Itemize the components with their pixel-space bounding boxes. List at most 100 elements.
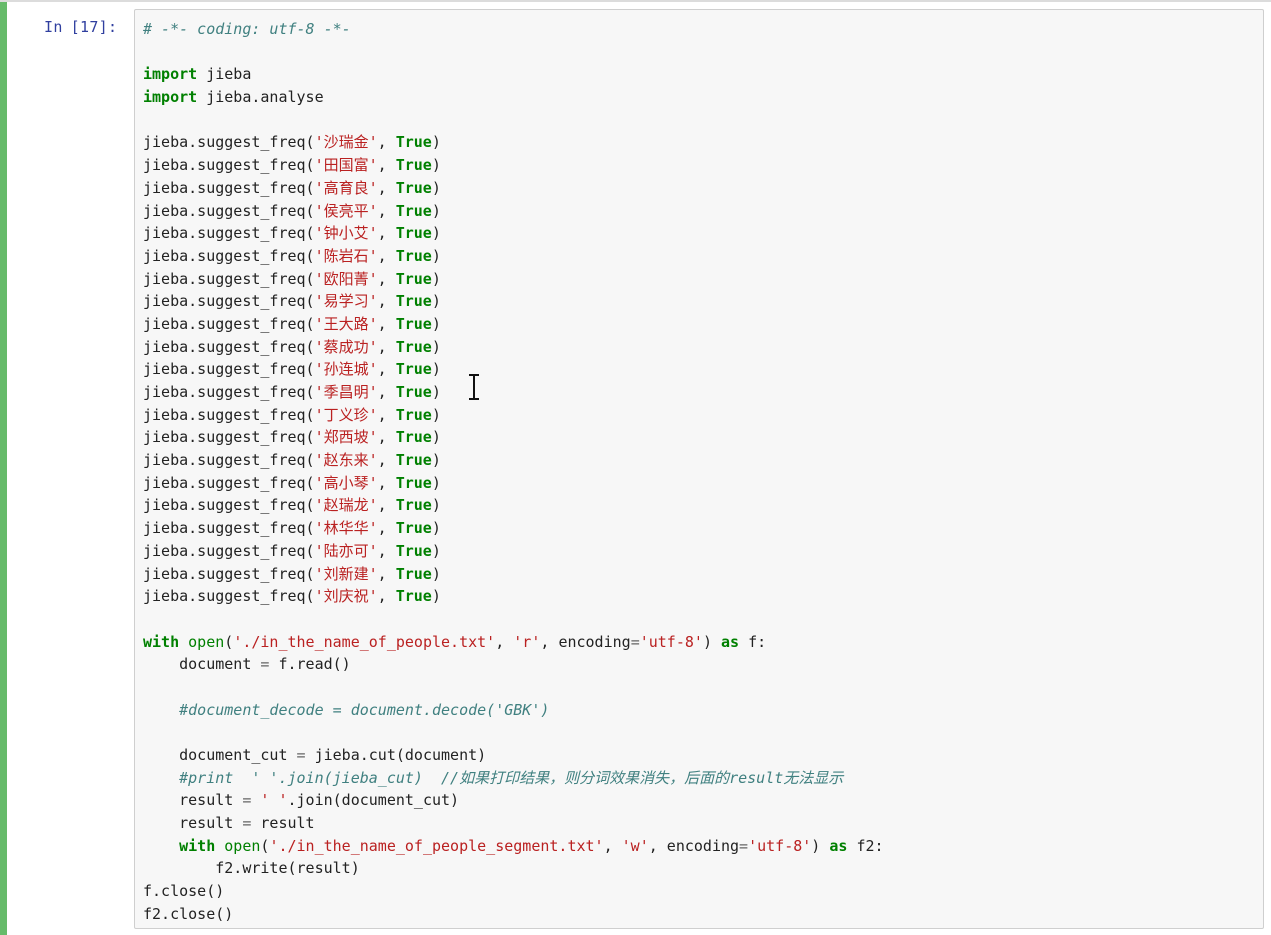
true-literal: True [395,224,432,243]
name-string: '林华华' [314,519,378,538]
import-module: jieba [206,65,252,84]
true-literal: True [395,156,432,175]
code-line-suggest-freq: jieba.suggest_freq('刘庆祝', True) [143,587,441,606]
name-string: '季昌明' [314,383,378,401]
code-line-close: f.close() [143,880,884,903]
equals-op: = [242,814,252,833]
name-string: '田国富' [314,156,378,175]
suggest-freq-call: jieba.suggest_freq( [143,292,315,311]
true-literal: True [395,428,432,447]
code-line-with-open-out: with open('./in_the_name_of_people_segme… [179,836,884,855]
name-string: '郑西坡' [314,428,378,447]
expression: f2.write(result) [215,859,360,878]
code-line-suggest-freq: jieba.suggest_freq('钟小艾', True) [143,224,441,243]
suggest-freq-call: jieba.suggest_freq( [143,519,315,538]
close-call: f2.close() [143,904,234,923]
name-string: '陈岩石' [314,246,378,265]
encoding-arg: encoding [558,632,631,651]
code-line-suggest-freq: jieba.suggest_freq('陈岩石', True) [143,246,441,265]
mode-string: 'r' [513,632,541,651]
suggest-freq-call: jieba.suggest_freq( [143,428,315,447]
variable: document [179,655,252,674]
suggest-freq-call: jieba.suggest_freq( [143,178,315,197]
true-literal: True [395,473,432,492]
true-literal: True [395,133,432,152]
code-line-decode-comment: #document_decode = document.decode('GBK'… [143,699,884,722]
output-file-string: './in_the_name_of_people_segment.txt' [269,836,604,855]
expression: jieba.cut(document) [314,746,487,764]
selected-cell-indicator [0,2,7,935]
suggest-freq-call: jieba.suggest_freq( [143,564,315,583]
true-literal: True [395,383,432,401]
variable: document_cut [179,746,288,764]
top-divider [0,0,1271,2]
name-string: '侯亮平' [314,201,378,220]
name-string: '陆亦可' [314,541,378,560]
true-literal: True [395,541,432,560]
code-line-suggest-freq: jieba.suggest_freq('陆亦可', True) [143,541,441,560]
code-line-suggest-freq: jieba.suggest_freq('丁义珍', True) [143,405,441,424]
true-literal: True [395,405,432,424]
code-content[interactable]: # -*- coding: utf-8 -*- import jieba impor… [143,18,884,926]
encoding-string: 'utf-8' [639,632,703,651]
encoding-string: 'utf-8' [748,836,812,855]
suggest-freq-call: jieba.suggest_freq( [143,156,315,175]
name-string: '欧阳菁' [314,269,378,288]
as-keyword: as [829,836,848,855]
as-keyword: as [721,632,740,651]
code-line-suggest-freq: jieba.suggest_freq('刘新建', True) [143,564,441,583]
equals-op: = [630,632,640,651]
code-line-cut: document_cut = jieba.cut(document) [143,744,884,767]
mode-string: 'w' [621,836,649,855]
code-line-encoding: # -*- coding: utf-8 -*- [143,18,884,41]
suggest-freq-call: jieba.suggest_freq( [143,383,315,401]
code-line-write: f2.write(result) [143,857,884,880]
true-literal: True [395,201,432,220]
code-line-suggest-freq: jieba.suggest_freq('赵瑞龙', True) [143,496,441,515]
true-literal: True [395,246,432,265]
suggest-freq-call: jieba.suggest_freq( [143,337,315,356]
import-module: jieba.analyse [206,88,324,107]
code-line-close: f2.close() [143,903,884,926]
equals-op: = [296,746,306,764]
true-literal: True [395,587,432,606]
name-string: '高小琴' [314,473,378,492]
encoding-arg: encoding [666,836,740,855]
code-line-suggest-freq: jieba.suggest_freq('高育良', True) [143,178,441,197]
code-line-suggest-freq: jieba.suggest_freq('季昌明', True) [143,383,441,401]
suggest-freq-call: jieba.suggest_freq( [143,473,315,492]
true-literal: True [395,178,432,197]
equals-op: = [242,791,252,810]
true-literal: True [395,292,432,311]
code-line-print-comment: #print ' '.join(jieba_cut) //如果打印结果，则分词效… [143,767,884,790]
true-literal: True [395,360,432,379]
expression: f.read() [278,655,351,674]
name-string: '丁义珍' [314,405,378,424]
print-comment: #print ' '.join(jieba_cut) //如果打印结果，则分词效… [179,768,844,787]
code-line-suggest-freq: jieba.suggest_freq('高小琴', True) [143,473,441,492]
true-literal: True [395,451,432,470]
suggest-freq-call: jieba.suggest_freq( [143,201,315,220]
suggest-freq-call: jieba.suggest_freq( [143,496,315,515]
code-line-result-assign: result = result [143,812,884,835]
name-string: '孙连城' [314,360,378,379]
close-call: f.close() [143,882,225,901]
true-literal: True [395,314,432,333]
suggest-freq-call: jieba.suggest_freq( [143,451,315,470]
suggest-freq-call: jieba.suggest_freq( [143,246,315,265]
expression: .join(document_cut) [287,791,460,810]
true-literal: True [395,337,432,356]
code-line-with-open: with open('./in_the_name_of_people.txt',… [143,632,767,651]
code-line-import: import jieba [143,63,884,86]
with-keyword: with [179,836,216,855]
encoding-comment: # -*- coding: utf-8 -*- [143,20,351,38]
true-literal: True [395,564,432,583]
code-cell-editor[interactable]: # -*- coding: utf-8 -*- import jieba impor… [134,9,1264,929]
variable: result [179,814,234,833]
code-line-read: document = f.read() [143,653,884,676]
code-line-suggest-freq: jieba.suggest_freq('林华华', True) [143,519,441,538]
